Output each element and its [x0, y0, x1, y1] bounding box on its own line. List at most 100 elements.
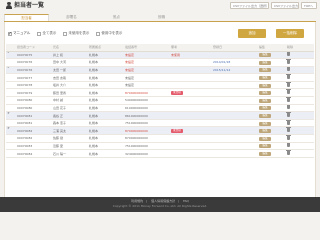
- table-row[interactable]: 00070079 藤田 里香 札幌本 870000000000 未登録 編集: [6, 88, 314, 98]
- row-checkbox-cell[interactable]: [6, 88, 16, 98]
- row-checkbox[interactable]: [7, 90, 11, 94]
- row-checkbox[interactable]: [7, 127, 11, 132]
- checkbox[interactable]: [37, 31, 42, 36]
- edit-button[interactable]: 編集: [259, 106, 271, 111]
- row-checkbox-cell[interactable]: [6, 119, 16, 128]
- edit-button[interactable]: 編集: [259, 136, 271, 141]
- row-checkbox[interactable]: [7, 75, 11, 79]
- col-header[interactable]: 備考: [170, 44, 212, 52]
- col-header[interactable]: 登録日: [212, 44, 258, 52]
- trash-icon[interactable]: [286, 89, 291, 95]
- table-row[interactable]: 00070078 坂井 大介 札幌本 未設定 編集: [6, 81, 314, 90]
- trash-icon[interactable]: [286, 134, 291, 140]
- trash-icon[interactable]: [286, 142, 291, 148]
- checkbox[interactable]: [63, 31, 68, 36]
- table-row[interactable]: 00070081長谷 正札幌本861000000000 編集: [6, 111, 314, 120]
- col-header[interactable]: 担当者コード: [16, 44, 52, 52]
- filter-all[interactable]: 全て表示: [37, 31, 56, 36]
- table-row[interactable]: 00070083 近藤 愛札幌本 751000000000 編集: [6, 142, 314, 151]
- trash-icon[interactable]: [286, 119, 291, 125]
- footer-link[interactable]: 個人情報保護方針: [151, 199, 175, 203]
- cell-phone: 610000000000: [124, 104, 170, 113]
- csv-export-button[interactable]: CSVファイル出力: [271, 2, 299, 9]
- footer-link[interactable]: 利用規約: [131, 199, 143, 203]
- table-row[interactable]: 00070077 吉田 友哉 札幌本 未設定 編集: [6, 73, 314, 82]
- row-checkbox[interactable]: [7, 60, 11, 64]
- row-checkbox-cell[interactable]: [6, 111, 16, 120]
- row-checkbox[interactable]: [7, 143, 11, 147]
- trash-icon[interactable]: [286, 96, 291, 102]
- row-checkbox-cell[interactable]: [6, 104, 16, 113]
- edit-button[interactable]: 編集: [259, 98, 271, 103]
- row-checkbox-cell[interactable]: [6, 81, 16, 90]
- bulk-delete-button[interactable]: 一括削除: [276, 29, 304, 38]
- top-button[interactable]: TOPへ: [301, 2, 317, 9]
- cell-note: [170, 104, 212, 113]
- row-checkbox-cell[interactable]: [6, 66, 16, 75]
- row-checkbox-cell[interactable]: [6, 51, 16, 60]
- filter-unused[interactable]: 未使用を表示: [63, 31, 89, 36]
- edit-button[interactable]: 編集: [259, 76, 271, 81]
- edit-button[interactable]: 編集: [259, 60, 271, 65]
- trash-icon[interactable]: [286, 104, 291, 110]
- checkbox[interactable]: [8, 31, 12, 37]
- row-checkbox[interactable]: [7, 112, 11, 117]
- edit-button[interactable]: 編集: [259, 68, 271, 73]
- row-checkbox[interactable]: [7, 98, 11, 102]
- trash-icon[interactable]: [286, 74, 291, 80]
- row-checkbox-cell[interactable]: [6, 58, 16, 67]
- edit-button[interactable]: 編集: [259, 152, 271, 157]
- row-checkbox[interactable]: [7, 151, 11, 155]
- trash-icon[interactable]: [286, 51, 291, 57]
- cell-delete: [286, 119, 314, 128]
- row-checkbox-cell[interactable]: [6, 149, 16, 158]
- edit-button[interactable]: 編集: [259, 83, 271, 88]
- trash-icon[interactable]: [286, 81, 291, 87]
- table-row[interactable]: 00070082 佐藤 健札幌本 870000000000 編集: [6, 134, 314, 143]
- edit-button[interactable]: 編集: [259, 129, 271, 134]
- table-row[interactable]: 00070076 田中 大河 札幌本 未設定 2014/01/18 編集: [6, 58, 314, 67]
- filter-manual[interactable]: マニュアル: [8, 31, 30, 37]
- row-checkbox[interactable]: [7, 136, 11, 140]
- row-checkbox[interactable]: [7, 105, 11, 109]
- row-checkbox-cell[interactable]: [6, 73, 16, 82]
- col-header[interactable]: 電話番号: [124, 44, 170, 52]
- col-header[interactable]: 所属拠点: [88, 44, 124, 52]
- row-checkbox-cell[interactable]: [6, 134, 16, 143]
- row-checkbox[interactable]: [7, 121, 11, 125]
- trash-icon[interactable]: [286, 66, 291, 72]
- row-checkbox-cell[interactable]: [6, 96, 16, 105]
- table-row[interactable]: 00070080 中村 誠札幌本 540000000000 編集: [6, 96, 314, 105]
- checkbox[interactable]: [96, 31, 101, 36]
- trash-icon[interactable]: [286, 127, 291, 133]
- trash-icon[interactable]: [286, 112, 291, 118]
- tab-position[interactable]: 役職: [139, 14, 184, 21]
- tab-department[interactable]: 部署名: [49, 14, 94, 21]
- row-checkbox[interactable]: [7, 51, 11, 56]
- edit-button[interactable]: 編集: [259, 91, 271, 96]
- edit-button[interactable]: 編集: [259, 53, 271, 58]
- table-row[interactable]: 00070076太田 一郎札幌本未設定 2015/11/14編集: [6, 66, 314, 75]
- table-row[interactable]: 00070082三浦 亮太札幌本870000000000 未登録 編集: [6, 126, 314, 136]
- csv-export-selected-button[interactable]: CSVファイル出力（選択）: [230, 2, 269, 9]
- table-row[interactable]: 00070084 石川 陽一 札幌本 324000000000 編集: [6, 149, 314, 158]
- row-checkbox-cell[interactable]: [6, 126, 16, 136]
- cell-note: [170, 149, 212, 158]
- table-row[interactable]: 00070075井上 和札幌本未設定 未使用 編集: [6, 51, 314, 60]
- tab-staff[interactable]: 担当者: [4, 14, 49, 21]
- edit-button[interactable]: 編集: [259, 121, 271, 126]
- filter-used[interactable]: 使用中を表示: [96, 31, 122, 36]
- tab-base[interactable]: 拠点: [94, 14, 139, 21]
- col-header[interactable]: 氏名: [52, 44, 88, 52]
- table-row[interactable]: 00070080 山田 花子 札幌本 610000000000 編集: [6, 104, 314, 113]
- edit-button[interactable]: 編集: [259, 144, 271, 149]
- row-checkbox[interactable]: [7, 83, 11, 87]
- trash-icon[interactable]: [286, 150, 291, 156]
- add-button[interactable]: 追加: [238, 29, 266, 38]
- row-checkbox-cell[interactable]: [6, 142, 16, 151]
- row-checkbox[interactable]: [7, 66, 11, 71]
- footer-link[interactable]: FAQ: [183, 199, 189, 203]
- trash-icon[interactable]: [286, 58, 291, 64]
- edit-button[interactable]: 編集: [259, 114, 271, 119]
- table-row[interactable]: 00070081 森本 恵子 札幌本 751000000000 編集: [6, 119, 314, 128]
